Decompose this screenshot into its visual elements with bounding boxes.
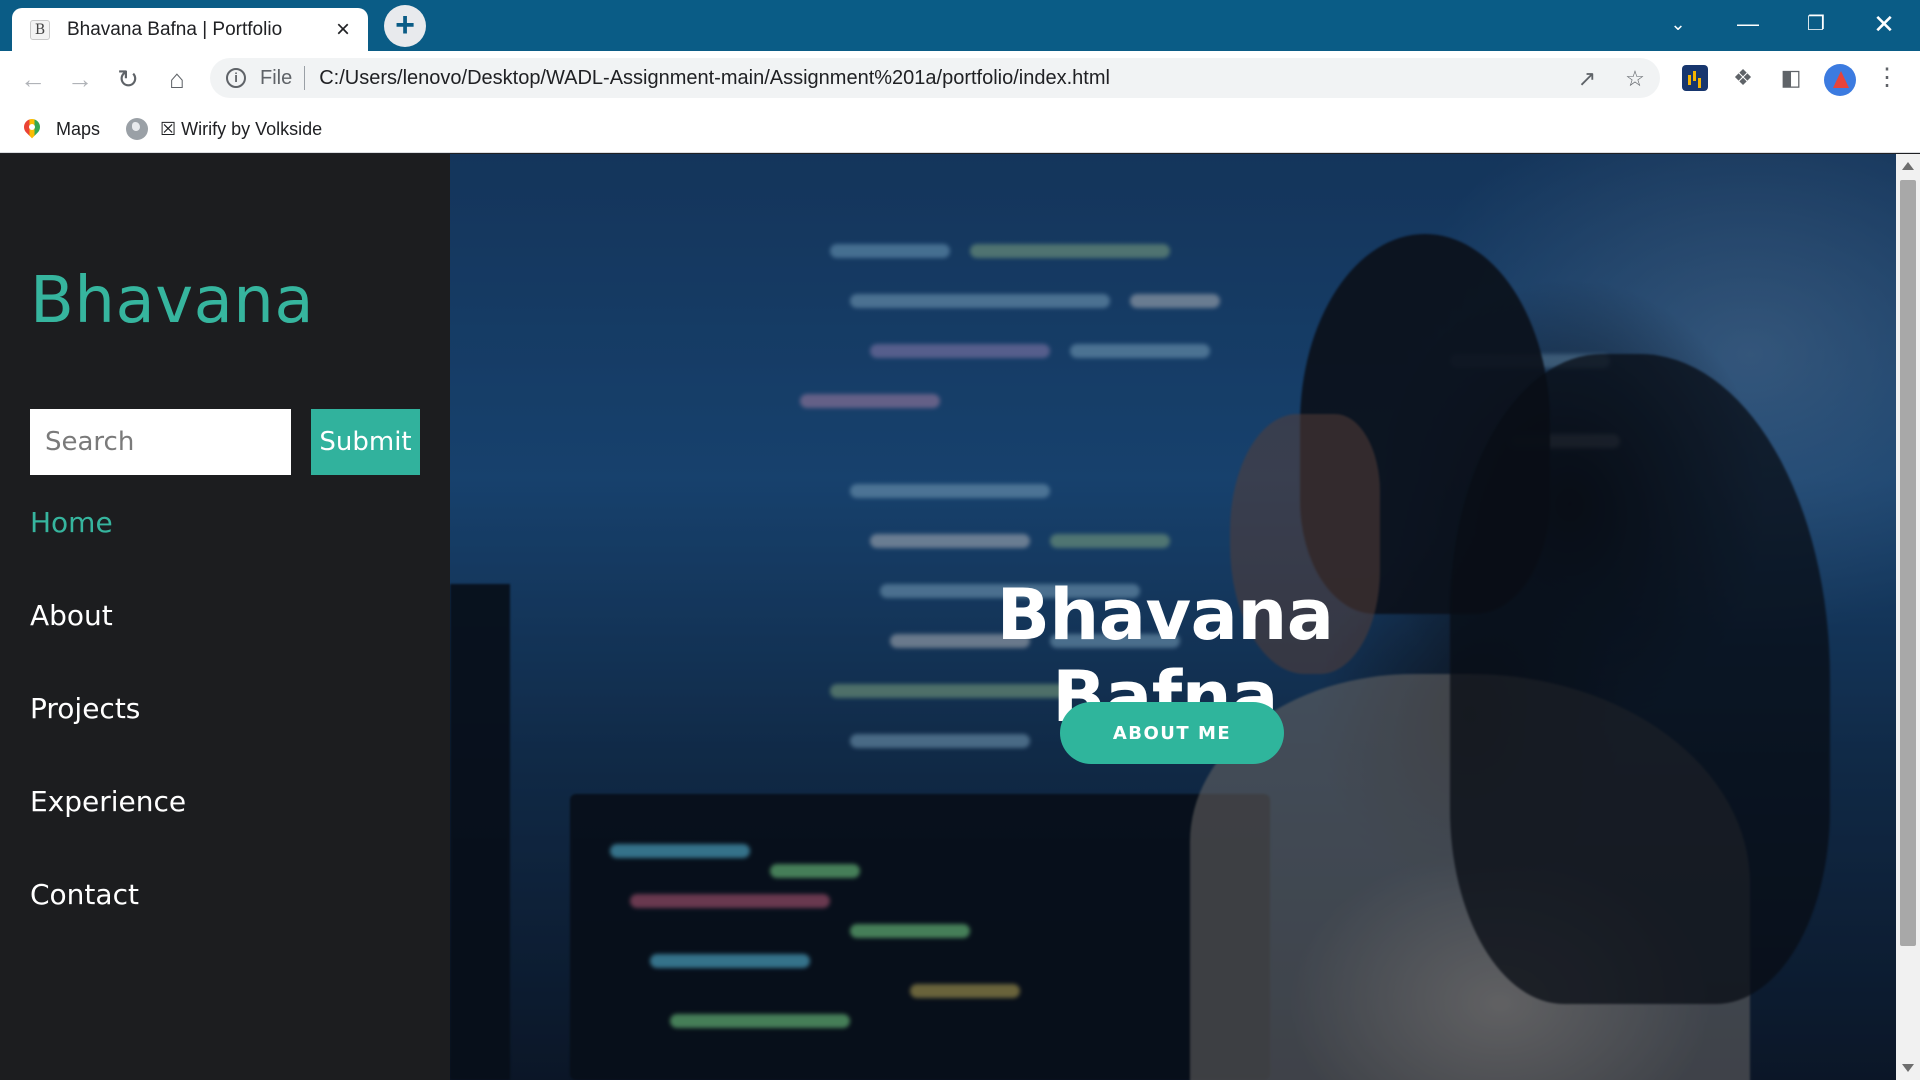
share-icon[interactable]: ↗ [1574, 66, 1600, 92]
tab-title: Bhavana Bafna | Portfolio [67, 18, 283, 40]
minimize-button[interactable]: — [1722, 6, 1774, 42]
nav-item-experience[interactable]: Experience [30, 785, 186, 878]
search-input[interactable] [30, 409, 291, 475]
bookmark-wirify[interactable]: ☒ Wirify by Volkside [126, 115, 322, 143]
side-panel-icon[interactable]: ◧ [1776, 63, 1806, 93]
sidebar-nav: Home About Projects Experience Contact [30, 506, 186, 971]
bookmark-maps[interactable]: Maps [24, 115, 100, 143]
nav-item-contact[interactable]: Contact [30, 878, 186, 971]
url-separator [304, 66, 306, 90]
about-me-button[interactable]: ABOUT ME [1060, 702, 1284, 764]
bookmark-label: Maps [56, 118, 101, 139]
bookmark-label: ☒ Wirify by Volkside [160, 118, 323, 139]
address-bar[interactable]: i File C:/Users/lenovo/Desktop/WADL-Assi… [210, 58, 1660, 98]
extensions-puzzle-icon[interactable]: ❖ [1728, 63, 1758, 93]
page-scrollbar[interactable] [1896, 154, 1920, 1080]
scroll-up-arrow-icon[interactable] [1902, 162, 1914, 170]
submit-button[interactable]: Submit [311, 409, 420, 475]
profile-avatar[interactable] [1824, 64, 1856, 96]
page-viewport: Bhavana Submit Home About Projects Exper… [0, 154, 1896, 1080]
tab-close-icon[interactable]: × [330, 17, 356, 43]
url-scheme-label: File [260, 66, 293, 89]
site-info-icon[interactable]: i [226, 68, 246, 88]
site-brand[interactable]: Bhavana [30, 264, 314, 338]
url-text[interactable]: C:/Users/lenovo/Desktop/WADL-Assignment-… [319, 67, 1110, 90]
back-arrow-icon[interactable]: ← [16, 62, 50, 96]
nav-item-home[interactable]: Home [30, 506, 186, 599]
tab-search-chevron-icon[interactable]: ⌄ [1652, 6, 1704, 42]
analytics-extension-icon[interactable] [1682, 65, 1708, 91]
scroll-down-arrow-icon[interactable] [1902, 1064, 1914, 1072]
reload-icon[interactable]: ↻ [111, 62, 145, 96]
browser-menu-icon[interactable]: ⋮ [1872, 63, 1902, 93]
nav-item-about[interactable]: About [30, 599, 186, 692]
sidebar: Bhavana Submit Home About Projects Exper… [0, 154, 450, 1080]
maps-pin-icon [24, 119, 40, 139]
bookmarks-bar: Maps ☒ Wirify by Volkside [0, 105, 1920, 153]
home-icon[interactable]: ⌂ [160, 62, 194, 96]
browser-tab-active[interactable]: B Bhavana Bafna | Portfolio × [12, 8, 368, 51]
tab-strip: B Bhavana Bafna | Portfolio × + ⌄ — ❐ ✕ [0, 0, 1920, 51]
restore-button[interactable]: ❐ [1790, 6, 1842, 42]
tab-favicon-icon: B [30, 19, 50, 40]
nav-item-projects[interactable]: Projects [30, 692, 186, 785]
hero-section: Bhavana Bafna ABOUT ME [450, 154, 1896, 1080]
browser-toolbar: ← → ↻ ⌂ i File C:/Users/lenovo/Desktop/W… [0, 51, 1920, 105]
new-tab-button[interactable]: + [384, 5, 426, 47]
window-close-button[interactable]: ✕ [1858, 6, 1910, 42]
forward-arrow-icon[interactable]: → [63, 62, 97, 96]
scroll-thumb[interactable] [1900, 180, 1916, 946]
bookmark-star-icon[interactable]: ☆ [1622, 66, 1648, 92]
globe-icon [126, 118, 148, 140]
